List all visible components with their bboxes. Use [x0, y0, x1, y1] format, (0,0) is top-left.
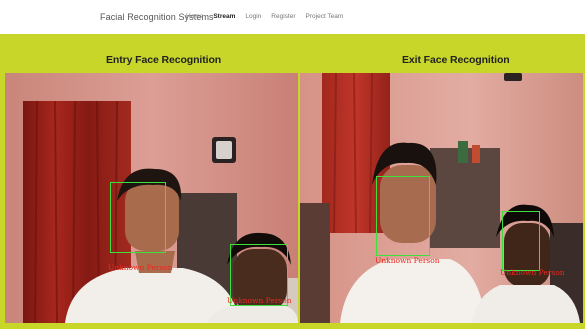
nav-project-team[interactable]: Project Team	[306, 13, 344, 20]
nav-login[interactable]: Login	[245, 13, 261, 20]
exit-face-label-2: Unknown Person	[500, 268, 565, 277]
entry-face-label-1: Unknown Person	[108, 263, 173, 272]
exit-face-box-2	[502, 211, 540, 271]
navbar: Facial Recognition Systems Home Stream L…	[0, 0, 585, 34]
exit-title: Exit Face Recognition	[402, 54, 510, 66]
entry-camera-feed: Unknown Person Unknown Person	[5, 73, 298, 323]
nav-stream[interactable]: Stream	[213, 13, 235, 20]
nav-home[interactable]: Home	[186, 13, 203, 20]
stream-stage: Entry Face Recognition Exit Face Recogni…	[0, 34, 585, 329]
entry-title: Entry Face Recognition	[106, 54, 222, 66]
exit-face-label-1: Unknown Person	[375, 256, 440, 265]
exit-face-box-1	[376, 176, 430, 256]
entry-face-box-1	[110, 182, 166, 253]
exit-camera-feed: Unknown Person Unknown Person	[300, 73, 583, 323]
nav-register[interactable]: Register	[271, 13, 295, 20]
nav-links: Home Stream Login Register Project Team	[186, 13, 353, 20]
entry-face-label-2: Unknown Person	[227, 296, 292, 305]
exit-feed-image	[300, 73, 583, 323]
